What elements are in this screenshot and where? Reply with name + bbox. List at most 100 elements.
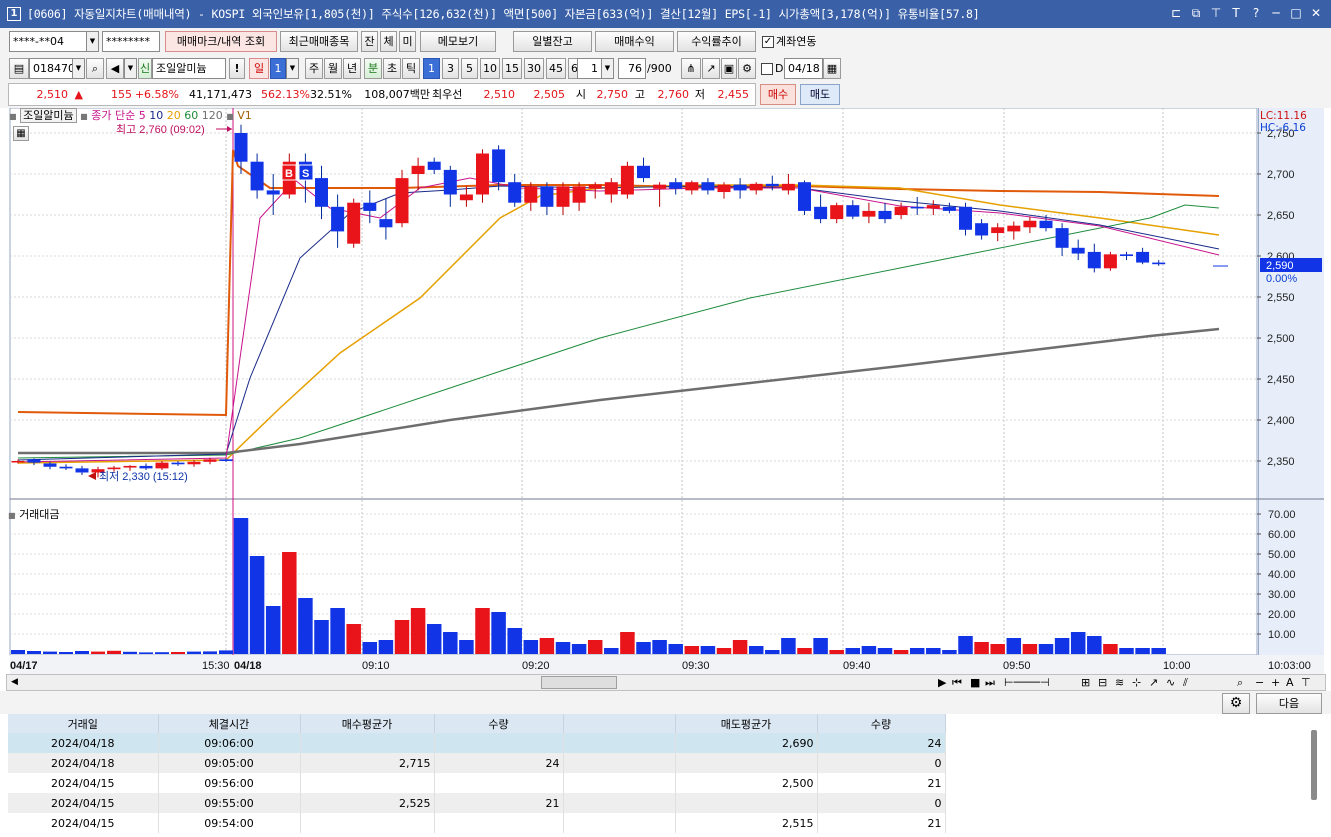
plus-icon[interactable]: + [1271, 675, 1280, 690]
minus-icon[interactable]: − [1255, 675, 1264, 690]
period-2-button[interactable]: 월 [324, 58, 342, 79]
period-count-field[interactable]: 1 [270, 58, 286, 79]
cross-icon[interactable]: ⊹ [1132, 675, 1141, 690]
draw-tool-icon[interactable]: ↗ [702, 58, 720, 79]
ma-period-5[interactable]: 5 [139, 109, 146, 122]
table-toggle-icon[interactable]: ▦ [13, 126, 29, 141]
first-icon[interactable]: ⏮ [952, 675, 962, 690]
candle-up [894, 206, 908, 215]
minute-3-button[interactable]: 3 [442, 58, 459, 79]
help-icon[interactable]: ? [1249, 5, 1263, 21]
layout-c-icon[interactable]: ≋ [1115, 675, 1124, 690]
text-icon[interactable]: T [1229, 5, 1243, 21]
table-row[interactable]: 2024/04/15 09:56:00 2,500 21 [8, 773, 946, 793]
period-6-button[interactable]: 틱 [402, 58, 420, 79]
play-right-icon[interactable]: ▶ [938, 675, 946, 690]
trade-mark-query-button[interactable]: 매매마크/내역 조회 [165, 31, 277, 52]
period-4-button[interactable]: 분 [364, 58, 382, 79]
volume-title[interactable]: 거래대금 [19, 508, 59, 521]
minute-select[interactable]: 1 [577, 58, 602, 79]
recent-trades-button[interactable]: 최근매매종목 [280, 31, 358, 52]
pin-icon[interactable]: ⊤ [1209, 5, 1223, 21]
account-dropdown-icon[interactable]: ▼ [86, 31, 99, 52]
line-icon[interactable]: ↗ [1149, 675, 1158, 690]
buy-button[interactable]: 매수 [760, 84, 796, 105]
layout-a-icon[interactable]: ⊞ [1081, 675, 1090, 690]
close-icon[interactable]: ✕ [1309, 5, 1323, 21]
minute-5-button[interactable]: 5 [461, 58, 478, 79]
layout-b-icon[interactable]: ⊟ [1098, 675, 1107, 690]
period-5-button[interactable]: 초 [383, 58, 401, 79]
layout-icon[interactable]: ⊏ [1169, 5, 1183, 21]
speaker-dropdown-icon[interactable]: ▼ [124, 58, 137, 79]
scroll-thumb[interactable] [541, 676, 617, 689]
period-day-button[interactable]: 일 [249, 58, 269, 79]
code-dropdown-icon[interactable]: ▼ [72, 58, 85, 79]
ma-period-60[interactable]: 60 [181, 109, 198, 122]
minute-30-button[interactable]: 30 [524, 58, 544, 79]
sell-button[interactable]: 매도 [800, 84, 840, 105]
fib-icon[interactable]: ⫽ [1183, 675, 1188, 690]
calendar-icon[interactable]: ▦ [823, 58, 841, 79]
table-scrollbar[interactable] [1311, 730, 1317, 800]
daily-balance-button[interactable]: 일별잔고 [513, 31, 592, 52]
password-input[interactable]: ******** [102, 31, 160, 52]
alert-button[interactable]: ! [229, 58, 245, 79]
minute-45-button[interactable]: 45 [546, 58, 566, 79]
legend-stock-name[interactable]: 조일알미늄 [20, 108, 77, 123]
indicator-icon[interactable]: ⋔ [681, 58, 701, 79]
last-icon[interactable]: ⏭ [985, 675, 995, 690]
minimize-icon[interactable]: ─ [1269, 5, 1283, 21]
search-icon[interactable]: ⌕ [86, 58, 104, 79]
minute-10-button[interactable]: 10 [480, 58, 500, 79]
table-row[interactable]: 2024/04/15 09:54:00 2,515 21 [8, 813, 946, 833]
zoom-icon[interactable]: ⌕ [1237, 675, 1243, 690]
period-1-button[interactable]: 주 [305, 58, 323, 79]
chart-scrollbar[interactable]: ◀ ▶ ⏮ ■ ⏭ ⊢────⊣ ⊞ ⊟ ≋ ⊹ ↗ ∿ ⫽ ⌕ − + A ⊤ [6, 674, 1326, 691]
ma-period-10[interactable]: 10 [146, 109, 163, 122]
trade-profit-button[interactable]: 매매수익 [595, 31, 674, 52]
speaker-icon[interactable]: ◀ [106, 58, 124, 79]
price-chart-area[interactable]: 2,750 2,700 2,650 2,600 2,550 2,500 2,450 2,400… [0, 108, 1331, 674]
minute-15-button[interactable]: 15 [502, 58, 522, 79]
settings-gear-icon[interactable]: ⚙ [1222, 693, 1250, 714]
ma-label[interactable]: 종가 단순 [91, 109, 135, 122]
gear-icon[interactable]: ⚙ [738, 58, 756, 79]
bar-count-input[interactable]: 76 [618, 58, 646, 79]
volume-bar [410, 608, 426, 654]
stop-icon[interactable]: ■ [970, 675, 980, 690]
next-button[interactable]: 다음 [1256, 693, 1322, 714]
stock-code-input[interactable]: 018470 [29, 58, 73, 79]
period-count-dropdown-icon[interactable]: ▼ [286, 58, 299, 79]
account-input[interactable]: ****-**04 [9, 31, 87, 52]
period-3-button[interactable]: 년 [343, 58, 361, 79]
v1-label[interactable]: V1 [237, 109, 252, 122]
table-row[interactable]: 2024/04/18 09:05:00 2,715 24 0 [8, 753, 946, 773]
ma-period-20[interactable]: 20 [163, 109, 181, 122]
filled-button[interactable]: 체 [380, 31, 397, 52]
minute-dropdown-icon[interactable]: ▼ [601, 58, 614, 79]
balance-button[interactable]: 잔 [361, 31, 378, 52]
date-input[interactable]: 04/18 [784, 58, 823, 79]
table-row[interactable]: 2024/04/15 09:55:00 2,525 21 0 [8, 793, 946, 813]
stock-name-field[interactable]: 조일알미늄 [152, 58, 226, 79]
scroll-left-icon[interactable]: ◀ [11, 675, 18, 690]
unfilled-button[interactable]: 미 [399, 31, 416, 52]
chart-canvas[interactable]: 2,7502,7002,6502,6002,5502,5002,4502,400… [0, 108, 1331, 674]
memo-view-button[interactable]: 메모보기 [420, 31, 496, 52]
maximize-icon[interactable]: □ [1289, 5, 1303, 21]
pin-icon[interactable]: ⊤ [1301, 675, 1311, 690]
save-icon[interactable]: ▣ [721, 58, 737, 79]
ma-period-120[interactable]: 120 [198, 109, 223, 122]
wave-icon[interactable]: ∿ [1166, 675, 1175, 690]
code-search-icon[interactable]: ▤ [9, 58, 29, 79]
zoom-slider[interactable]: ⊢────⊣ [1004, 675, 1050, 690]
date-checkbox[interactable] [761, 63, 773, 75]
text-a-icon[interactable]: A [1286, 675, 1294, 690]
table-row[interactable]: 2024/04/18 09:06:00 2,690 24 [8, 733, 946, 753]
account-link-checkbox[interactable]: ✓ [762, 36, 774, 48]
restore-icon[interactable]: ⧉ [1189, 5, 1203, 21]
app-icon[interactable]: 1 [7, 7, 21, 21]
return-trend-button[interactable]: 수익률추이 [677, 31, 756, 52]
minute-1-button[interactable]: 1 [423, 58, 440, 79]
